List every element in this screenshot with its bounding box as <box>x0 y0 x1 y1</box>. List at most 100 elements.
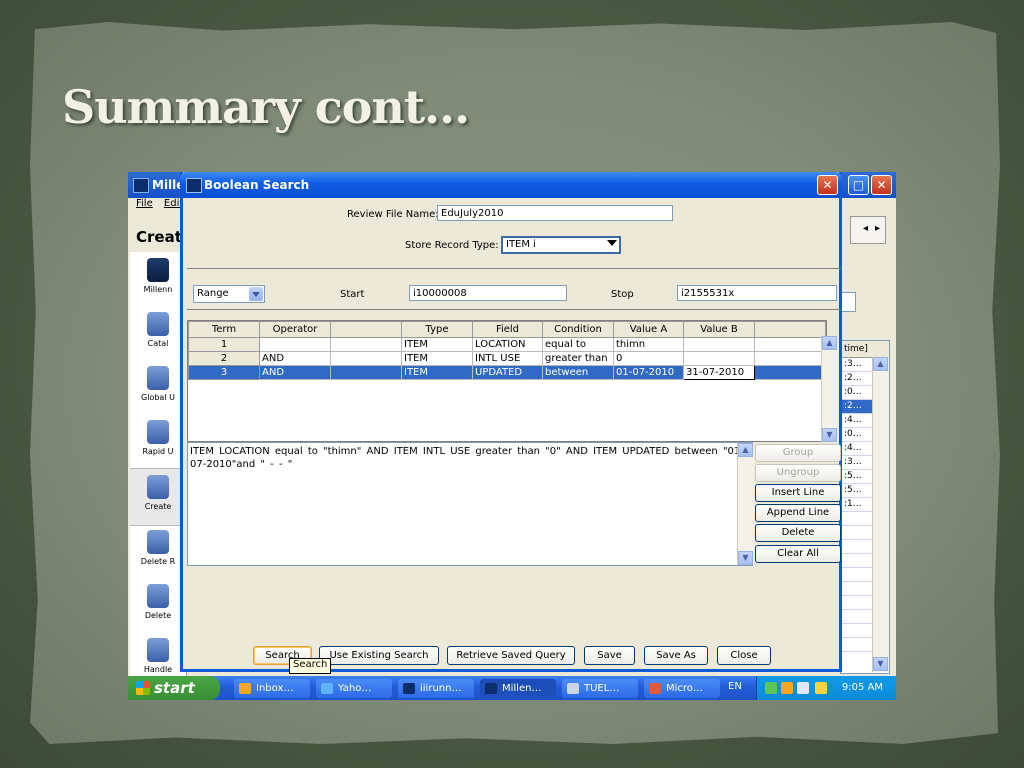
cell-field[interactable]: INTL USE <box>472 351 543 366</box>
col-extra[interactable] <box>754 321 826 338</box>
cell-operator[interactable] <box>259 337 331 352</box>
chevron-down-icon <box>249 287 263 301</box>
cell-type[interactable]: ITEM <box>401 337 473 352</box>
task-label: Yaho… <box>338 683 372 694</box>
nav-item-delete-records[interactable]: Delete R <box>130 530 186 566</box>
use-existing-search-button[interactable]: Use Existing Search <box>319 646 439 665</box>
tray-display-icon[interactable] <box>797 682 809 694</box>
col-condition[interactable]: Condition <box>542 321 614 338</box>
cell-operator[interactable]: AND <box>259 351 331 366</box>
save-button[interactable]: Save <box>584 646 635 665</box>
background-combo[interactable] <box>840 292 856 312</box>
save-as-button[interactable]: Save As <box>644 646 708 665</box>
term-number[interactable]: 3 <box>188 365 260 380</box>
task-yahoo[interactable]: Yaho… <box>316 679 392 698</box>
nav-item-create[interactable]: Create <box>130 468 186 526</box>
query-scrollbar[interactable]: ▲ ▼ <box>737 443 754 565</box>
scroll-up-icon[interactable]: ▲ <box>873 357 888 371</box>
query-text-area[interactable]: ITEM LOCATION equal to "thimn" AND ITEM … <box>187 442 753 566</box>
cell-value-a[interactable]: 01-07-2010 <box>613 365 684 380</box>
review-file-input[interactable]: EduJuly2010 <box>437 205 673 221</box>
task-microsoft[interactable]: Micro… <box>644 679 720 698</box>
col-term[interactable]: Term <box>188 321 260 338</box>
review-file-label: Review File Name: <box>347 209 439 220</box>
cell-value-b-editor[interactable]: 31-07-2010 <box>683 365 755 380</box>
clear-all-button[interactable]: Clear All <box>755 545 841 563</box>
cell-blank[interactable] <box>330 337 402 352</box>
task-tuel[interactable]: TUEL… <box>562 679 638 698</box>
toolbar-scroll-arrows[interactable]: ◂ ▸ <box>850 216 886 244</box>
nav-item-global-update[interactable]: Global U <box>130 366 186 402</box>
scroll-down-icon[interactable]: ▼ <box>873 657 888 671</box>
nav-item-handle[interactable]: Handle <box>130 638 186 674</box>
scroll-up-icon[interactable]: ▲ <box>738 443 753 457</box>
ungroup-button[interactable]: Ungroup <box>755 464 841 482</box>
cell-value-a[interactable]: 0 <box>613 351 684 366</box>
millennium-icon <box>147 258 169 282</box>
menu-file[interactable]: File <box>136 198 153 209</box>
cell-condition[interactable]: equal to <box>542 337 614 352</box>
cell-extra[interactable] <box>754 337 826 352</box>
col-value-a[interactable]: Value A <box>613 321 684 338</box>
time-column-header[interactable]: time] <box>841 341 889 358</box>
cell-value-b[interactable] <box>683 351 755 366</box>
nav-item-rapid-update[interactable]: Rapid U <box>130 420 186 456</box>
cell-blank[interactable] <box>330 365 402 380</box>
scroll-down-icon[interactable]: ▼ <box>738 551 753 565</box>
term-number[interactable]: 1 <box>188 337 260 352</box>
background-scrollbar[interactable]: ▲ ▼ <box>872 357 889 672</box>
close-icon[interactable]: ✕ <box>817 175 838 195</box>
close-icon[interactable]: ✕ <box>871 175 892 195</box>
delete-line-button[interactable]: Delete <box>755 524 841 542</box>
term-number[interactable]: 2 <box>188 351 260 366</box>
table-row[interactable]: 1 ITEM LOCATION equal to thimn <box>188 337 826 352</box>
task-millennium[interactable]: Millen… <box>480 679 556 698</box>
task-inbox[interactable]: Inbox… <box>234 679 310 698</box>
tray-messenger-icon[interactable] <box>781 682 793 694</box>
group-button[interactable]: Group <box>755 444 841 462</box>
task-label: TUEL… <box>584 683 620 694</box>
tray-network-icon[interactable] <box>765 682 777 694</box>
language-indicator[interactable]: EN <box>728 681 742 692</box>
nav-item-catalog[interactable]: Catal <box>130 312 186 348</box>
cell-blank[interactable] <box>330 351 402 366</box>
cell-extra[interactable] <box>754 351 826 366</box>
cell-value-b[interactable] <box>683 337 755 352</box>
nav-item-millennium[interactable]: Millenn <box>130 258 186 294</box>
col-value-b[interactable]: Value B <box>683 321 755 338</box>
close-button[interactable]: Close <box>717 646 771 665</box>
cell-operator[interactable]: AND <box>259 365 331 380</box>
cell-condition[interactable]: between <box>542 365 614 380</box>
tray-shield-icon[interactable] <box>815 682 827 694</box>
nav-item-delete[interactable]: Delete <box>130 584 186 620</box>
insert-line-button[interactable]: Insert Line <box>755 484 841 502</box>
col-type[interactable]: Type <box>401 321 473 338</box>
col-operator[interactable]: Operator <box>259 321 331 338</box>
scroll-up-icon[interactable]: ▲ <box>822 336 837 350</box>
table-row[interactable]: 2 AND ITEM INTL USE greater than 0 <box>188 351 826 366</box>
table-row-selected[interactable]: 3 AND ITEM UPDATED between 01-07-2010 31… <box>188 365 826 380</box>
store-record-type-select[interactable]: ITEM i <box>501 236 621 254</box>
maximize-icon[interactable]: □ <box>848 175 869 195</box>
col-blank[interactable] <box>330 321 402 338</box>
cell-value-a[interactable]: thimn <box>613 337 684 352</box>
col-field[interactable]: Field <box>472 321 543 338</box>
append-line-button[interactable]: Append Line <box>755 504 841 522</box>
stop-input[interactable]: i2155531x <box>677 285 837 301</box>
start-input[interactable]: i10000008 <box>409 285 567 301</box>
cell-type[interactable]: ITEM <box>401 351 473 366</box>
range-mode-select[interactable]: Range <box>193 285 265 303</box>
dialog-titlebar[interactable]: Boolean Search ✕ <box>180 172 842 198</box>
scroll-down-icon[interactable]: ▼ <box>822 428 837 442</box>
cell-field[interactable]: UPDATED <box>472 365 543 380</box>
cell-type[interactable]: ITEM <box>401 365 473 380</box>
retrieve-saved-query-button[interactable]: Retrieve Saved Query <box>447 646 575 665</box>
grid-scrollbar[interactable]: ▲ ▼ <box>821 336 838 442</box>
cell-condition[interactable]: greater than <box>542 351 614 366</box>
clock[interactable]: 9:05 AM <box>842 682 883 693</box>
start-button[interactable]: start <box>128 676 220 700</box>
task-iiirunn[interactable]: iiirunn… <box>398 679 474 698</box>
cell-extra[interactable] <box>754 365 826 380</box>
cell-field[interactable]: LOCATION <box>472 337 543 352</box>
task-label: iiirunn… <box>420 683 462 694</box>
